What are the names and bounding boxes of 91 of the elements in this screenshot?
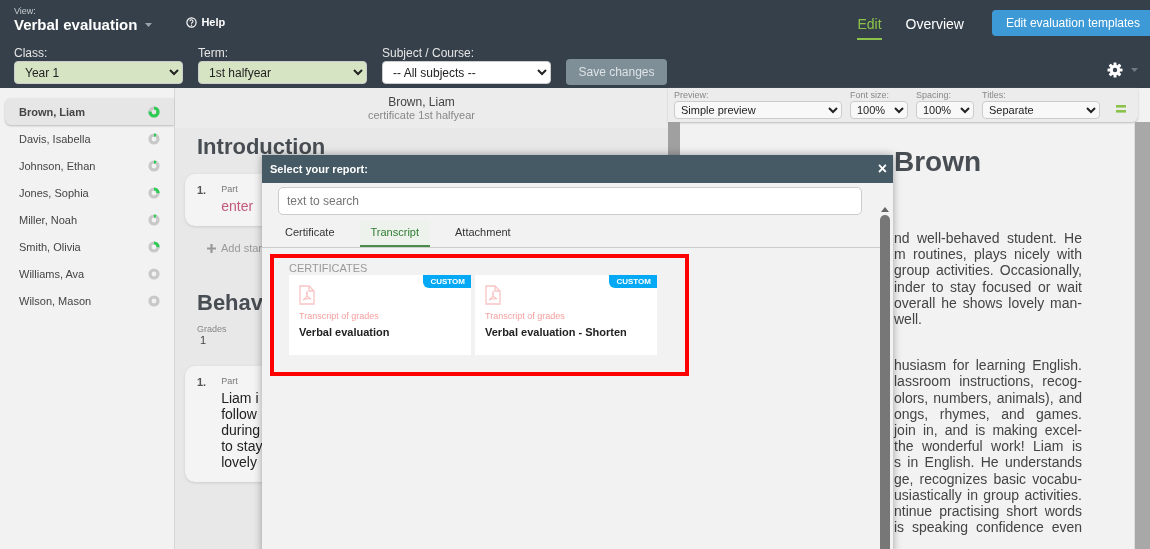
view-title[interactable]: Verbal evaluation: [14, 16, 138, 33]
preview-option-label: Preview:: [674, 90, 710, 100]
student-item[interactable]: Smith, Olivia: [5, 233, 174, 260]
document-text-line: m routines, plays nicely with: [894, 246, 1082, 263]
document-text-line: usiastically in group activities.: [894, 486, 1082, 504]
caret-icon[interactable]: [145, 22, 153, 27]
progress-ring-icon: [148, 213, 160, 226]
preview-option-select[interactable]: Simple preview: [674, 101, 842, 119]
preview-option-select[interactable]: 100%: [916, 101, 974, 119]
filter-label: Term:: [198, 46, 229, 60]
custom-badge: CUSTOM: [423, 275, 471, 288]
report-title: Verbal evaluation: [299, 326, 391, 338]
grades-label: Grades: [197, 324, 227, 334]
scrollbar-thumb[interactable]: [880, 215, 890, 549]
part-label: Part: [221, 184, 239, 194]
part-label: Part: [221, 376, 239, 386]
grades-value: 1: [200, 334, 207, 346]
view-tab[interactable]: Edit: [857, 0, 882, 40]
document-text-line: the wonderful work! Liam is: [894, 438, 1082, 455]
section-title: Introduction: [197, 134, 326, 160]
report-title: Verbal evaluation - Shorten: [485, 326, 628, 338]
part-text[interactable]: Liam i follow during to stay lovely: [221, 390, 263, 470]
scrollbar[interactable]: [1134, 122, 1150, 549]
progress-ring-icon: [148, 240, 160, 253]
text-placeholder[interactable]: enter: [221, 198, 254, 214]
section-heading: CERTIFICATES: [289, 262, 369, 274]
equals-icon[interactable]: [1116, 105, 1126, 113]
report-tab[interactable]: Attachment: [444, 220, 522, 247]
report-category: Transcript of grades: [485, 311, 566, 321]
pdf-file-icon: [485, 285, 501, 305]
student-item[interactable]: Wilson, Mason: [5, 287, 174, 314]
progress-ring-icon: [148, 159, 160, 172]
filter-label: Subject / Course:: [382, 46, 476, 60]
progress-ring-icon: [148, 294, 160, 307]
document-text-line: olors, numbers, animals), and: [894, 389, 1082, 406]
preview-option-label: Spacing:: [916, 90, 953, 100]
document-text-line: husiasm for learning English.: [894, 357, 1082, 374]
plus-icon[interactable]: [207, 243, 216, 253]
progress-ring-icon: [148, 105, 160, 118]
student-item[interactable]: Miller, Noah: [5, 206, 174, 233]
document-text-line: s in English. He understands: [894, 454, 1082, 471]
document-text-line: is speaking confidence even: [894, 519, 1082, 536]
report-card[interactable]: CUSTOM Transcript of grades Verbal evaluation - Shorten: [475, 275, 657, 355]
settings-icon[interactable]: [1107, 62, 1123, 78]
document-text-line: well.: [894, 311, 923, 328]
view-label: View:: [14, 6, 37, 16]
caret-icon[interactable]: [1131, 68, 1138, 72]
preview-option-label: Font size:: [850, 90, 890, 100]
report-tab[interactable]: Certificate: [274, 220, 346, 247]
student-item[interactable]: Brown, Liam: [5, 98, 174, 125]
progress-ring-icon: [148, 186, 160, 199]
progress-ring-icon: [148, 132, 160, 145]
report-category: Transcript of grades: [299, 311, 380, 321]
search-field[interactable]: text to search: [278, 187, 862, 215]
document-text-line: overall he shows lovely man-: [894, 294, 1082, 311]
help-icon[interactable]: [186, 16, 198, 28]
part-number: 1.: [197, 184, 207, 198]
document-heading: Brown: [894, 146, 983, 178]
student-item[interactable]: Davis, Isabella: [5, 125, 174, 152]
pdf-file-icon: [299, 285, 315, 305]
filter-select[interactable]: -- All subjects --: [382, 61, 551, 84]
close-button[interactable]: ×: [877, 160, 887, 178]
view-tab[interactable]: Overview: [905, 0, 964, 40]
document-text-line: group activities. Occasionally,: [894, 262, 1082, 279]
document-text-line: lassroom instructions, recog-: [894, 373, 1082, 390]
report-card[interactable]: CUSTOM Transcript of grades Verbal evaluation: [289, 275, 471, 355]
document-text-line: ntinue practising short words: [894, 503, 1082, 520]
document-text-line: nd well-behaved student. He: [894, 230, 1082, 247]
document-text-line: inder to stay focused or wait: [894, 278, 1082, 295]
preview-option-select[interactable]: 100%: [850, 101, 908, 119]
filter-select[interactable]: 1st halfyear: [198, 61, 367, 84]
student-item[interactable]: Johnson, Ethan: [5, 152, 174, 179]
filter-select[interactable]: Year 1: [14, 61, 183, 84]
preview-option-label: Titles:: [982, 90, 1007, 100]
scroll-up-icon[interactable]: [881, 207, 889, 212]
document-text-line: ongs, rhymes, and games.: [894, 405, 1082, 423]
document-text-line: join in, and is making excel-: [894, 422, 1082, 439]
document-text-line: ge, recognizes basic vocabu-: [894, 470, 1082, 487]
student-name: Brown, Liam: [387, 95, 456, 109]
progress-ring-icon: [148, 267, 160, 280]
help-link[interactable]: Help: [201, 16, 226, 28]
filter-label: Class:: [14, 46, 49, 60]
report-tab[interactable]: Transcript: [359, 220, 431, 247]
part-number: 1.: [197, 376, 207, 390]
student-item[interactable]: Williams, Ava: [5, 260, 174, 287]
section-title: Behav: [197, 290, 264, 316]
dialog-title: Select your report:: [270, 163, 368, 175]
custom-badge: CUSTOM: [609, 275, 657, 288]
preview-option-select[interactable]: Separate: [982, 101, 1100, 119]
certificate-subtitle: certificate 1st halfyear: [367, 109, 476, 121]
student-item[interactable]: Jones, Sophia: [5, 179, 174, 206]
